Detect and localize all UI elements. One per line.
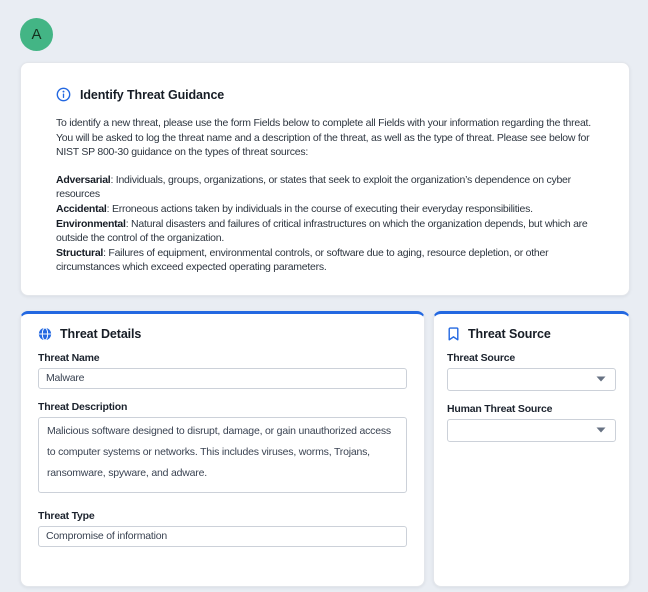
threat-source-card: Threat Source Threat Source Human Threat…: [433, 310, 630, 587]
threat-source-label: Threat Source: [447, 351, 516, 364]
guidance-intro: To identify a new threat, please use the…: [56, 117, 591, 159]
threat-details-title: Threat Details: [60, 326, 142, 341]
info-icon: [56, 87, 71, 102]
human-threat-source-select[interactable]: [447, 418, 616, 442]
threat-type-label: Threat Type: [38, 509, 95, 522]
chevron-down-icon: [596, 376, 606, 382]
human-threat-source-label: Human Threat Source: [447, 402, 553, 415]
threat-source-title: Threat Source: [468, 326, 551, 341]
guidance-source-accidental: Accidental: Erroneous actions taken by i…: [56, 202, 533, 215]
threat-description-label: Threat Description: [38, 400, 128, 413]
threat-details-card: Threat Details Threat Name Threat Descri…: [20, 310, 425, 587]
chevron-down-icon: [596, 427, 606, 433]
threat-description-textarea[interactable]: Malicious software designed to disrupt, …: [38, 416, 407, 493]
guidance-card: Identify Threat Guidance To identify a n…: [20, 62, 630, 296]
guidance-source-adversarial: Adversarial: Individuals, groups, organi…: [56, 173, 571, 201]
guidance-source-structural: Structural: Failures of equipment, envir…: [56, 246, 549, 274]
threat-name-label: Threat Name: [38, 351, 100, 364]
threat-type-input[interactable]: [38, 525, 407, 547]
bookmark-icon: [447, 327, 460, 341]
threat-name-input[interactable]: [38, 367, 407, 389]
guidance-card-title: Identify Threat Guidance: [80, 87, 225, 102]
user-avatar[interactable]: A: [20, 18, 53, 51]
globe-icon: [38, 327, 52, 341]
threat-source-select[interactable]: [447, 367, 616, 391]
guidance-source-environmental: Environmental: Natural disasters and fai…: [56, 217, 588, 245]
